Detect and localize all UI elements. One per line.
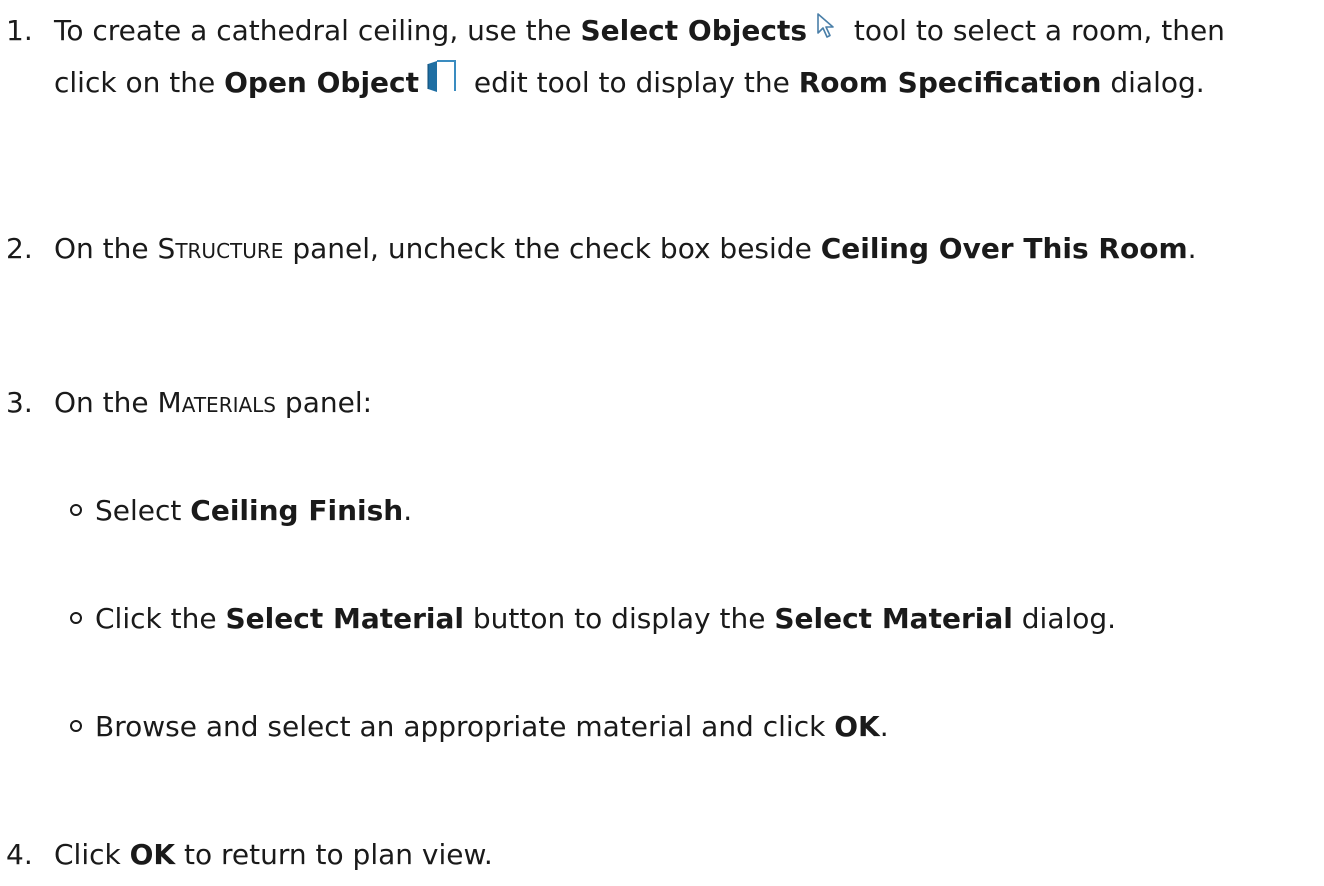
sub-text: dialog. xyxy=(1012,602,1117,635)
step-text: click on the xyxy=(54,66,225,99)
step-text: tool to select a room, then xyxy=(845,14,1225,47)
sub-text: Select xyxy=(95,494,191,527)
sub-text: Browse and select an appropriate materia… xyxy=(95,710,835,743)
bullet-icon xyxy=(70,720,82,732)
ceiling-over-room-label: Ceiling Over This Room xyxy=(820,232,1188,265)
step-text: to return to plan view. xyxy=(175,838,493,871)
step-1: 1. To create a cathedral ceiling, use the… xyxy=(0,6,1225,57)
ok-label: OK xyxy=(129,838,176,871)
step-number: 4. xyxy=(6,838,33,871)
materials-panel-label: Materials xyxy=(157,386,277,419)
sub-item-3: Browse and select an appropriate materia… xyxy=(70,702,889,752)
step-text: On the xyxy=(54,232,158,265)
ok-label: OK xyxy=(834,710,880,743)
step-text: edit tool to display the xyxy=(465,66,799,99)
select-objects-label: Select Objects xyxy=(580,14,807,47)
sub-text: button to display the xyxy=(464,602,775,635)
room-specification-label: Room Specification xyxy=(798,66,1102,99)
step-text: On the xyxy=(54,386,158,419)
step-number: 3. xyxy=(6,386,33,419)
sub-item-2: Click the Select Material button to disp… xyxy=(70,594,1116,644)
sub-text: . xyxy=(879,710,889,743)
bullet-icon xyxy=(70,504,82,516)
bullet-icon xyxy=(70,612,82,624)
step-text: dialog. xyxy=(1101,66,1205,99)
sub-item-1: Select Ceiling Finish. xyxy=(70,486,412,536)
step-text: . xyxy=(1187,232,1197,265)
open-door-icon xyxy=(425,58,459,110)
step-number: 1. xyxy=(6,14,33,47)
step-2: 2. On the Structure panel, uncheck the ch… xyxy=(0,224,1197,274)
step-text: Click xyxy=(54,838,130,871)
step-number: 2. xyxy=(6,232,33,265)
structure-panel-label: Structure xyxy=(157,232,284,265)
step-text: panel: xyxy=(276,386,373,419)
select-material-label: Select Material xyxy=(225,602,464,635)
step-text: panel, uncheck the check box beside xyxy=(283,232,821,265)
open-object-label: Open Object xyxy=(224,66,420,99)
step-4: 4. Click OK to return to plan view. xyxy=(0,830,493,880)
sub-text: . xyxy=(403,494,413,527)
select-material-dialog-label: Select Material xyxy=(774,602,1013,635)
step-text: To create a cathedral ceiling, use the xyxy=(54,14,581,47)
arrow-cursor-icon xyxy=(813,7,839,57)
step-3: 3. On the Materials panel: xyxy=(0,378,372,428)
sub-text: Click the xyxy=(95,602,226,635)
ceiling-finish-label: Ceiling Finish xyxy=(190,494,404,527)
step-1-continued: click on the Open Object edit tool to di… xyxy=(54,58,1205,110)
